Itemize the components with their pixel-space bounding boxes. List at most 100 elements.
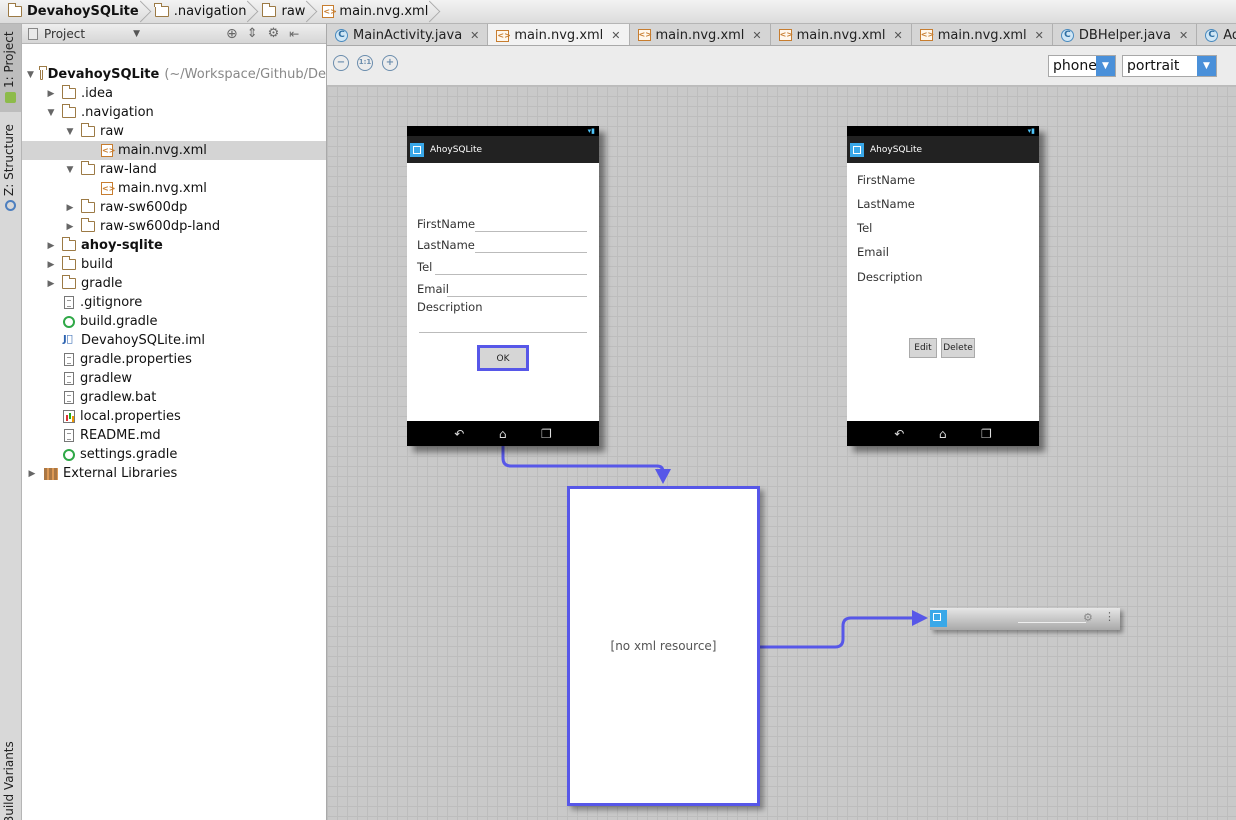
orientation-select[interactable]: portrait ▼ xyxy=(1122,55,1217,77)
tree-item[interactable]: build.gradle xyxy=(22,312,326,331)
collapsed-arrow-icon[interactable]: ▶ xyxy=(46,279,56,289)
editor-tab[interactable]: C DBHelper.java ✕ xyxy=(1053,24,1198,45)
input-lastname[interactable] xyxy=(475,252,587,253)
device-select[interactable]: phone ▼ xyxy=(1048,55,1116,77)
home-icon[interactable]: ⌂ xyxy=(939,427,947,441)
tree-item[interactable]: ▶ gradle xyxy=(22,274,326,293)
input-email[interactable] xyxy=(447,296,587,297)
recents-icon[interactable]: ❐ xyxy=(541,427,552,441)
close-icon[interactable]: ✕ xyxy=(611,29,620,42)
side-tab-structure[interactable]: Z: Structure xyxy=(2,124,16,196)
expanded-arrow-icon[interactable]: ▼ xyxy=(65,127,75,137)
dialog-placeholder[interactable]: [no xml resource] xyxy=(567,486,760,806)
navigation-canvas[interactable]: ▾▮ AhoySQLite FirstName LastName Tel Ema… xyxy=(327,86,1236,820)
close-icon[interactable]: ✕ xyxy=(752,29,761,42)
status-bar: ▾▮ xyxy=(847,126,1039,136)
collapsed-arrow-icon[interactable]: ▶ xyxy=(65,222,75,232)
editor-tab[interactable]: <> main.nvg.xml ✕ xyxy=(771,24,912,45)
app-logo-icon xyxy=(930,610,947,627)
view-dropdown-icon[interactable]: ▼ xyxy=(133,29,140,39)
collapsed-arrow-icon[interactable]: ▶ xyxy=(46,89,56,99)
breadcrumb-project[interactable]: DevahoySQLite xyxy=(0,0,145,24)
tree-item[interactable]: ▶ External Libraries xyxy=(22,464,326,483)
editor-tab[interactable]: <> main.nvg.xml ✕ xyxy=(488,24,630,45)
zoom-out-icon[interactable]: − xyxy=(333,55,349,71)
scroll-from-source-icon[interactable]: ⊕ xyxy=(226,26,238,42)
tree-item[interactable]: gradlew xyxy=(22,369,326,388)
close-icon[interactable]: ✕ xyxy=(894,29,903,42)
tree-item[interactable]: ▼ raw xyxy=(22,122,326,141)
tree-item[interactable]: ▼ .navigation xyxy=(22,103,326,122)
expanded-arrow-icon[interactable]: ▼ xyxy=(27,70,34,80)
side-tab-build-variants[interactable]: Build Variants xyxy=(2,741,16,820)
gradle-icon xyxy=(63,315,75,328)
breadcrumb-raw[interactable]: raw xyxy=(252,0,311,24)
input-firstname[interactable] xyxy=(475,231,587,232)
collapsed-arrow-icon[interactable]: ▶ xyxy=(27,469,37,479)
input-tel[interactable] xyxy=(435,274,587,275)
collapsed-arrow-icon[interactable]: ▶ xyxy=(65,203,75,213)
tool-window-strip: 1: Project Z: Structure Build Variants xyxy=(0,24,22,820)
edit-button[interactable]: Edit xyxy=(909,338,937,358)
close-icon[interactable]: ✕ xyxy=(470,29,479,42)
input-description[interactable] xyxy=(419,332,587,333)
collapse-all-icon[interactable]: ⇕ xyxy=(247,26,258,41)
tree-item[interactable]: J⃞ DevahoySQLite.iml xyxy=(22,331,326,350)
overflow-menu-icon[interactable]: ⋮ xyxy=(1104,610,1115,623)
collapsed-arrow-icon[interactable]: ▶ xyxy=(46,241,56,251)
tree-item[interactable]: ▼ DevahoySQLite (~/Workspace/Github/De xyxy=(22,65,326,84)
zoom-actual-size-icon[interactable]: 1:1 xyxy=(357,55,373,71)
gear-icon[interactable]: ⚙ xyxy=(1083,611,1093,624)
delete-button[interactable]: Delete xyxy=(941,338,975,358)
zoom-in-icon[interactable]: + xyxy=(382,55,398,71)
screen-add-friend[interactable]: ▾▮ AhoySQLite FirstName LastName Tel Ema… xyxy=(407,126,599,446)
tree-item[interactable]: ▶ raw-sw600dp-land xyxy=(22,217,326,236)
structure-icon xyxy=(5,200,16,211)
expanded-arrow-icon[interactable]: ▼ xyxy=(46,108,56,118)
editor-tab[interactable]: C MainActivity.java ✕ xyxy=(327,24,489,45)
back-icon[interactable]: ↶ xyxy=(894,427,904,441)
tree-item[interactable]: <> main.nvg.xml xyxy=(22,179,326,198)
editor-tab[interactable]: <> main.nvg.xml ✕ xyxy=(912,24,1053,45)
breadcrumb-file[interactable]: <> main.nvg.xml xyxy=(311,0,434,24)
editor-tab[interactable]: <> main.nvg.xml ✕ xyxy=(630,24,771,45)
gear-icon[interactable]: ⚙ xyxy=(268,26,280,41)
menu-action-bar[interactable]: ⚙ ⋮ xyxy=(930,608,1120,630)
editor-tab[interactable]: C AddFriendA xyxy=(1197,24,1236,45)
tree-item[interactable]: <> main.nvg.xml xyxy=(22,141,326,160)
tree-item[interactable]: gradlew.bat xyxy=(22,388,326,407)
wifi-battery-icon: ▾▮ xyxy=(587,127,595,135)
close-icon[interactable]: ✕ xyxy=(1035,29,1044,42)
tree-item-label: main.nvg.xml xyxy=(118,181,207,196)
tree-item[interactable]: settings.gradle xyxy=(22,445,326,464)
tree-item[interactable]: ▼ raw-land xyxy=(22,160,326,179)
home-icon[interactable]: ⌂ xyxy=(499,427,507,441)
screen-friend-detail[interactable]: ▾▮ AhoySQLite FirstName LastName Tel Ema… xyxy=(847,126,1039,446)
tree-item[interactable]: ▶ build xyxy=(22,255,326,274)
breadcrumb-navigation[interactable]: .navigation xyxy=(145,0,253,24)
tree-item[interactable]: .gitignore xyxy=(22,293,326,312)
tree-item-label: ahoy-sqlite xyxy=(81,238,163,253)
ok-button[interactable]: OK xyxy=(477,345,529,371)
editor-tab-label: main.nvg.xml xyxy=(937,27,1027,43)
breadcrumb-label: .navigation xyxy=(173,4,247,19)
tree-item-label: main.nvg.xml xyxy=(118,143,207,158)
hide-panel-icon[interactable]: ⇤ xyxy=(289,27,299,41)
tree-item[interactable]: README.md xyxy=(22,426,326,445)
back-icon[interactable]: ↶ xyxy=(454,427,464,441)
folder-icon xyxy=(261,3,277,17)
project-panel-title[interactable]: Project xyxy=(44,27,85,41)
side-tab-project[interactable]: 1: Project xyxy=(2,31,16,88)
expanded-arrow-icon[interactable]: ▼ xyxy=(65,165,75,175)
collapsed-arrow-icon[interactable]: ▶ xyxy=(46,260,56,270)
tree-item[interactable]: gradle.properties xyxy=(22,350,326,369)
tree-item[interactable]: ▶ raw-sw600dp xyxy=(22,198,326,217)
close-icon[interactable]: ✕ xyxy=(1179,29,1188,42)
tree-item[interactable]: local.properties xyxy=(22,407,326,426)
recents-icon[interactable]: ❐ xyxy=(981,427,992,441)
xml-file-icon: <> xyxy=(101,182,116,195)
tree-item[interactable]: ▶ .idea xyxy=(22,84,326,103)
tree-item[interactable]: ▶ ahoy-sqlite xyxy=(22,236,326,255)
